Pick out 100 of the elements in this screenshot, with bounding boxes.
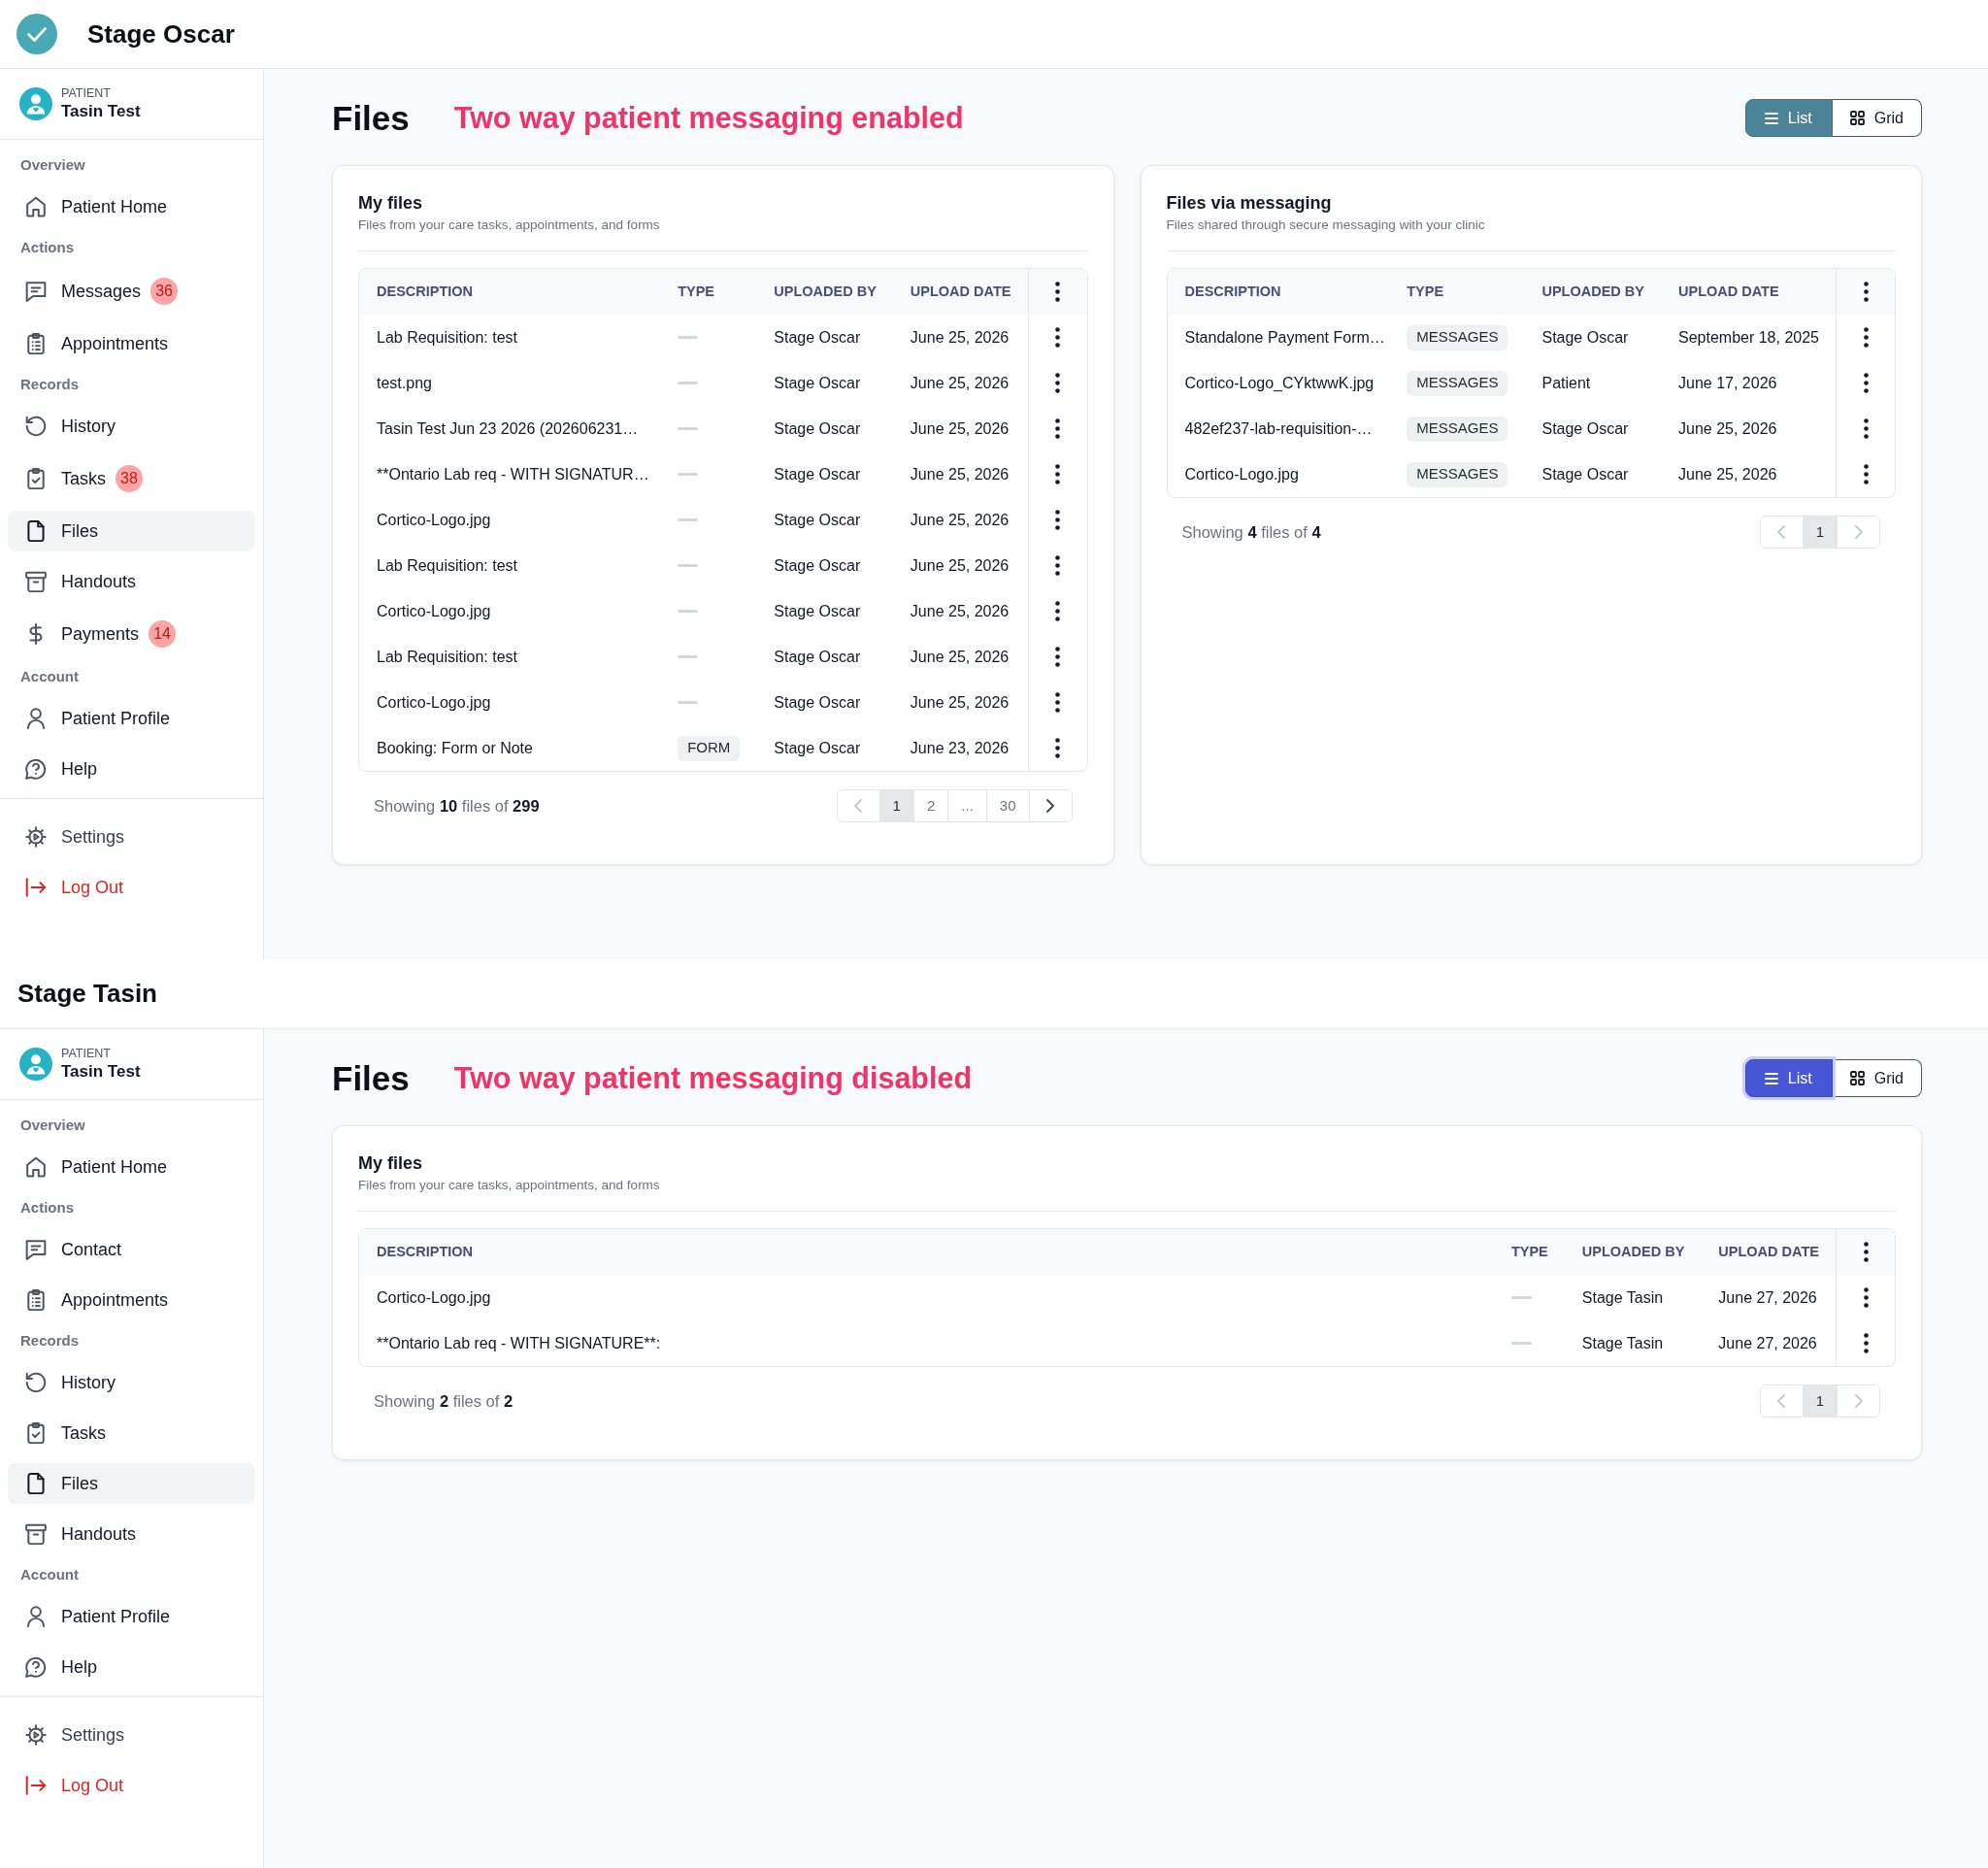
count-badge: 36 [150,278,179,305]
settings-icon [25,826,47,848]
more-options-icon[interactable] [1863,282,1869,302]
more-options-icon[interactable] [1863,418,1869,439]
sidebar-nav-item[interactable]: Appointments [8,1280,255,1320]
next-page-button[interactable] [1028,790,1072,821]
card-subtitle: Files from your care tasks, appointments, and forms [358,1177,660,1194]
more-options-icon[interactable] [1863,327,1869,348]
sidebar-nav-item[interactable]: History [8,1362,255,1403]
history-icon [25,416,47,437]
patient-avatar-icon [19,87,52,120]
nav-section-label: Overview [20,155,85,176]
more-options-icon[interactable] [1055,738,1060,758]
sidebar-nav-item[interactable]: Log Out [8,1765,255,1806]
sidebar-nav-item[interactable]: Help [8,1647,255,1687]
upload-date: June 25, 2026 [910,464,1010,484]
more-options-icon[interactable] [1863,1287,1869,1308]
messaging-status-note: Two way patient messaging disabled [453,1063,973,1093]
nav-section-label: Overview [20,1116,85,1136]
sidebar-nav-item[interactable]: Tasks 38 [8,456,255,501]
messaging-status-note: Two way patient messaging enabled [453,103,964,133]
list-view-button[interactable]: List [1744,99,1833,137]
list-icon [1764,1072,1778,1084]
sidebar-nav-item[interactable]: Patient Profile [8,1596,255,1637]
dash-icon [1510,1342,1532,1345]
person-icon [25,708,47,729]
upload-date: June 25, 2026 [1678,418,1777,439]
page-button[interactable]: 1 [1802,517,1837,548]
sidebar-nav-item[interactable]: Files [8,511,255,551]
more-options-icon[interactable] [1055,555,1060,576]
card-subtitle: Files shared through secure messaging with your clinic [1166,217,1485,234]
list-icon [1764,112,1778,124]
more-options-icon[interactable] [1055,464,1060,484]
more-options-icon[interactable] [1863,373,1869,393]
dash-icon [678,564,699,567]
nav-section-label: Records [20,1331,80,1351]
grid-view-button[interactable]: Grid [1832,99,1922,137]
upload-date: June 17, 2026 [1678,373,1777,393]
upload-date: June 25, 2026 [910,373,1010,393]
sidebar-nav-item[interactable]: Help [8,749,255,789]
more-options-icon[interactable] [1055,418,1060,439]
nav-section-label: Account [20,1565,79,1585]
home-icon [25,196,47,217]
sidebar-nav-item[interactable]: Tasks [8,1413,255,1453]
page-button[interactable]: 1 [878,790,913,821]
chat-icon [25,281,47,302]
more-options-icon[interactable] [1055,647,1060,667]
settings-icon [25,1724,47,1746]
uploader-name: Stage Oscar [1541,418,1629,439]
app-title: Stage Tasin [17,978,157,1010]
uploader-name: Stage Tasin [1581,1333,1664,1353]
uploader-name: Stage Oscar [774,418,861,439]
sidebar-nav-item[interactable]: Patient Profile [8,698,255,739]
file-icon [25,1473,47,1494]
upload-date: June 25, 2026 [910,692,1010,713]
results-summary: Showing 2 files of 2 [374,1390,514,1412]
more-options-icon[interactable] [1055,373,1060,393]
sidebar-nav-item[interactable]: Messages 36 [8,269,255,314]
sidebar-nav-item[interactable]: Appointments [8,323,255,364]
more-options-icon[interactable] [1055,327,1060,348]
more-options-icon[interactable] [1863,464,1869,484]
upload-date: June 27, 2026 [1718,1333,1817,1353]
more-options-icon[interactable] [1055,692,1060,713]
uploader-name: Stage Oscar [774,738,861,758]
page-button[interactable]: 1 [1802,1385,1837,1417]
more-options-icon[interactable] [1055,282,1060,302]
sidebar-nav-item[interactable]: Settings [8,817,255,857]
file-type-tag: MESSAGES [1407,370,1508,396]
column-header: TYPE [1510,1242,1548,1261]
uploader-name: Stage Oscar [774,647,861,667]
sidebar-nav-item[interactable]: History [8,406,255,447]
more-options-icon[interactable] [1863,1333,1869,1353]
sidebar-nav-item[interactable]: Log Out [8,867,255,908]
sidebar-nav-item[interactable]: Handouts [8,1514,255,1554]
sidebar-nav-item[interactable]: Patient Home [8,1147,255,1187]
sidebar-nav-item[interactable]: Contact [8,1229,255,1270]
file-type-tag: MESSAGES [1407,416,1508,442]
file-description: test.png [377,373,432,393]
upload-date: June 27, 2026 [1718,1287,1817,1308]
more-options-icon[interactable] [1863,1242,1869,1262]
file-description: Cortico-Logo.jpg [377,601,491,621]
sidebar-nav-item[interactable]: Settings [8,1715,255,1755]
sidebar-nav-item[interactable]: Patient Home [8,186,255,227]
dash-icon [678,518,699,521]
upload-date: June 25, 2026 [1678,464,1777,484]
list-view-button[interactable]: List [1744,1059,1833,1097]
file-type-tag: FORM [678,735,741,761]
uploader-name: Stage Oscar [774,510,861,530]
dash-icon [678,382,699,384]
page-title: Files [332,101,410,135]
more-options-icon[interactable] [1055,510,1060,530]
chat-icon [25,1239,47,1260]
sidebar-nav-item[interactable]: Handouts [8,561,255,602]
sidebar-nav-item[interactable]: Files [8,1463,255,1504]
more-options-icon[interactable] [1055,601,1060,621]
sidebar-nav-item[interactable]: Payments 14 [8,612,255,656]
card-title: My files [358,1152,423,1175]
file-description: Lab Requisition: test [377,555,517,576]
column-header: UPLOADED BY [1541,282,1644,301]
file-description: Cortico-Logo.jpg [377,692,491,713]
